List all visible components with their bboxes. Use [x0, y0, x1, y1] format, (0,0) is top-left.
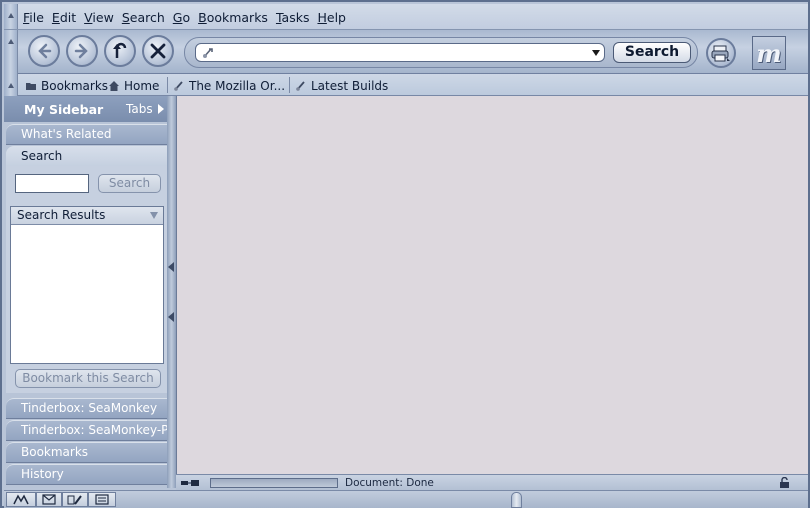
logo-letter: m — [756, 38, 782, 68]
menu-help[interactable]: Help — [317, 10, 346, 25]
sidebar-splitter[interactable] — [167, 96, 176, 488]
search-results-label: Search Results — [17, 208, 106, 222]
folder-icon — [26, 83, 36, 90]
bookmarks-button[interactable]: Bookmarks — [25, 79, 108, 93]
component-bar-handle[interactable] — [511, 492, 522, 508]
panel-tinderbox-seamonkey[interactable]: Tinderbox: SeaMonkey — [6, 398, 167, 419]
composer-pencil-icon — [67, 495, 82, 505]
navbar-grip[interactable] — [4, 30, 18, 74]
menu-file[interactable]: File — [23, 10, 44, 25]
bookmarks-label: Bookmarks — [41, 79, 109, 93]
menu-tasks[interactable]: Tasks — [276, 10, 310, 25]
menu-view[interactable]: View — [84, 10, 114, 25]
panel-search[interactable]: Search — [6, 146, 167, 167]
forward-button[interactable] — [66, 35, 98, 67]
sidebar-title: My Sidebar — [24, 102, 104, 117]
panel-history[interactable]: History — [6, 464, 167, 485]
back-arrow-icon — [38, 43, 52, 59]
sidebar-search-input[interactable] — [15, 174, 89, 193]
page-proxy-icon[interactable] — [201, 46, 215, 60]
sort-down-icon — [150, 212, 158, 219]
status-text: Document: Done — [345, 477, 434, 489]
browser-window: File Edit View Search Go Bookmarks Tasks… — [0, 0, 810, 508]
personal-toolbar: Bookmarks Home The Mozilla Or... Latest … — [4, 74, 808, 96]
navigation-toolbar: Search m — [4, 30, 808, 74]
menu-edit[interactable]: Edit — [52, 10, 76, 25]
mozilla-logo[interactable]: m — [752, 36, 786, 70]
home-label: Home — [124, 79, 160, 93]
url-container: Search — [184, 37, 698, 68]
address-book-button[interactable] — [88, 492, 116, 507]
tabs-arrow-icon[interactable] — [158, 104, 164, 114]
search-panel-body: Search Search Results Bookmark this Sear… — [6, 166, 167, 393]
security-lock-icon[interactable] — [779, 477, 790, 488]
navigator-button[interactable] — [6, 492, 36, 507]
panel-whats-related[interactable]: What's Related — [6, 124, 167, 145]
menu-bookmarks[interactable]: Bookmarks — [198, 10, 268, 25]
back-button[interactable] — [28, 35, 60, 67]
sidebar: My Sidebar Tabs What's Related Search Se… — [4, 96, 167, 488]
composer-button[interactable] — [62, 492, 88, 507]
sidebar-header: My Sidebar Tabs — [4, 96, 167, 122]
mail-button[interactable] — [36, 492, 62, 507]
forward-arrow-icon — [74, 43, 88, 59]
bookmark-link-icon — [174, 81, 183, 91]
progress-meter — [210, 478, 338, 488]
url-input[interactable] — [195, 43, 605, 62]
search-results-header[interactable]: Search Results — [11, 207, 163, 225]
address-book-icon — [95, 494, 109, 505]
search-results-list[interactable]: Search Results — [10, 206, 164, 364]
navigator-icon — [13, 494, 29, 505]
printer-icon — [711, 45, 730, 62]
home-button[interactable]: Home — [108, 79, 159, 93]
menu-bar: File Edit View Search Go Bookmarks Tasks… — [4, 4, 808, 30]
menu-search[interactable]: Search — [122, 10, 165, 25]
bookmark-latest-builds[interactable]: Latest Builds — [295, 79, 388, 93]
panel-tinderbox-seamonkey-po[interactable]: Tinderbox: SeaMonkey-Po — [6, 420, 167, 441]
online-status-icon[interactable] — [180, 478, 200, 488]
stop-button[interactable] — [142, 35, 174, 67]
toolbar-separator — [167, 77, 168, 93]
menu-items: File Edit View Search Go Bookmarks Tasks… — [23, 10, 354, 25]
bookmark-latest-label: Latest Builds — [311, 79, 389, 93]
bookmark-link-icon — [296, 81, 305, 91]
panel-bookmarks[interactable]: Bookmarks — [6, 442, 167, 463]
bookmark-mozilla-org[interactable]: The Mozilla Or... — [173, 79, 285, 93]
menu-go[interactable]: Go — [173, 10, 190, 25]
sidebar-search-button[interactable]: Search — [98, 174, 161, 193]
print-button[interactable] — [706, 38, 736, 68]
bookmark-search-button[interactable]: Bookmark this Search — [15, 369, 161, 388]
sidebar-tabs-menu[interactable]: Tabs — [126, 102, 153, 116]
bookmark-mozilla-label: The Mozilla Or... — [189, 79, 286, 93]
status-bar: Document: Done — [176, 474, 808, 490]
collapse-arrow-icon[interactable] — [168, 312, 174, 322]
reload-icon — [113, 42, 127, 58]
url-dropdown-icon[interactable] — [592, 50, 600, 56]
mail-envelope-icon — [42, 494, 56, 505]
content-area[interactable] — [176, 96, 808, 474]
search-button[interactable]: Search — [613, 42, 691, 63]
menubar-grip[interactable] — [4, 4, 18, 29]
toolbar-separator — [289, 77, 290, 93]
component-bar — [4, 490, 808, 508]
stop-x-icon — [150, 43, 166, 59]
persbar-grip[interactable] — [4, 74, 18, 96]
reload-button[interactable] — [104, 35, 136, 67]
collapse-arrow-icon[interactable] — [168, 262, 174, 272]
home-icon — [109, 81, 119, 91]
